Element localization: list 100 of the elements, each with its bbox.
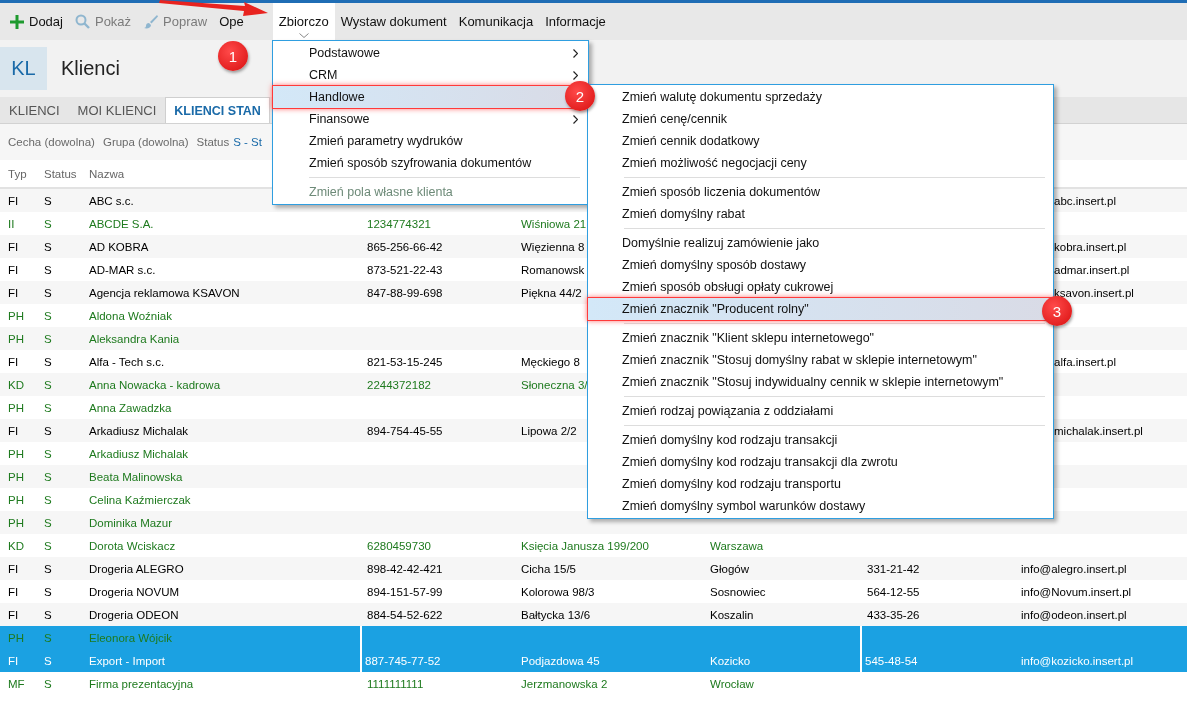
table-cell: Export - Import xyxy=(89,654,166,667)
table-cell: info@odeon.insert.pl xyxy=(1021,608,1127,621)
table-cell: S xyxy=(44,493,52,506)
table-cell: Kolorowa 98/3 xyxy=(521,585,595,598)
table-cell: KD xyxy=(8,378,24,391)
table-cell: abc.insert.pl xyxy=(1054,194,1116,207)
table-cell: FI xyxy=(8,263,19,276)
table-cell: S xyxy=(44,424,52,437)
table-cell: Słoneczna 3/ xyxy=(521,378,588,391)
table-cell: Celina Kaźmierczak xyxy=(89,493,191,506)
table-cell: S xyxy=(44,263,52,276)
table-cell: info@Novum.insert.pl xyxy=(1021,585,1132,598)
table-cell: S xyxy=(44,470,52,483)
table-cell: Drogeria ODEON xyxy=(89,608,179,621)
table-cell: S xyxy=(44,355,52,368)
table-cell: michalak.insert.pl xyxy=(1054,424,1143,437)
table-cell: 433-35-26 xyxy=(867,608,920,621)
table-cell: kobra.insert.pl xyxy=(1054,240,1127,253)
table-cell: 847-88-99-698 xyxy=(367,286,443,299)
table-cell: Wiśniowa 21 xyxy=(521,217,587,230)
table-cell: PH xyxy=(8,631,24,644)
table-cell: S xyxy=(44,194,52,207)
table-cell: S xyxy=(44,332,52,345)
table-cell: FI xyxy=(8,562,19,575)
table-cell: info@kozicko.insert.pl xyxy=(1021,654,1134,667)
table-cell: Arkadiusz Michalak xyxy=(89,424,189,437)
table-cell: S xyxy=(44,286,52,299)
table-cell: MF xyxy=(8,677,25,690)
table-cell: 821-53-15-245 xyxy=(367,355,443,368)
table-cell: admar.insert.pl xyxy=(1054,263,1130,276)
table-cell: Bałtycka 13/6 xyxy=(521,608,591,621)
table-cell: FI xyxy=(8,240,19,253)
filter-label: Status xyxy=(196,136,230,148)
table-cell: PH xyxy=(8,309,24,322)
table-cell: Agencja reklamowa KSAVON xyxy=(89,286,240,299)
table-cell: Anna Nowacka - kadrowa xyxy=(89,378,221,391)
table-cell: FI xyxy=(8,194,19,207)
table-cell: Wrocław xyxy=(710,677,754,690)
table-cell: Męckiego 8 xyxy=(521,355,580,368)
table-cell: PH xyxy=(8,401,24,414)
table-cell: Kozicko xyxy=(710,654,751,667)
table-cell: Lipowa 2/2 xyxy=(521,424,577,437)
table-cell: Piękna 44/2 xyxy=(521,286,582,299)
page-title: Klienci xyxy=(61,57,120,80)
table-cell: Aleksandra Kania xyxy=(89,332,180,345)
table-cell: 894-754-45-55 xyxy=(367,424,443,437)
table-cell: Anna Zawadzka xyxy=(89,401,172,414)
table-cell: PH xyxy=(8,493,24,506)
table-cell: PH xyxy=(8,447,24,460)
table-cell: Drogeria ALEGRO xyxy=(89,562,184,575)
table-cell: ksavon.insert.pl xyxy=(1054,286,1134,299)
table-cell: S xyxy=(44,516,52,529)
table-cell: 6280459730 xyxy=(367,539,431,552)
table-cell: Eleonora Wójcik xyxy=(89,631,173,644)
table-cell: Głogów xyxy=(710,562,749,575)
table-cell: Jerzmanowska 2 xyxy=(521,677,608,690)
table-cell: 1111111111 xyxy=(367,677,424,690)
table-cell: II xyxy=(8,217,15,230)
table-cell: 331-21-42 xyxy=(867,562,920,575)
table-cell: 1234774321 xyxy=(367,217,431,230)
table-cell: 564-12-55 xyxy=(867,585,920,598)
table-cell: FI xyxy=(8,585,19,598)
table-cell: Aldona Woźniak xyxy=(89,309,172,322)
table-cell: Arkadiusz Michalak xyxy=(89,447,189,460)
table-cell: PH xyxy=(8,516,24,529)
table-cell: info@alegro.insert.pl xyxy=(1021,562,1127,575)
table-cell: Alfa - Tech s.c. xyxy=(89,355,165,368)
table-cell: S xyxy=(44,378,52,391)
table-cell: 894-151-57-99 xyxy=(367,585,443,598)
table-cell: S xyxy=(44,309,52,322)
table-cell: S xyxy=(44,240,52,253)
table-cell: S xyxy=(44,539,52,552)
table-cell: Podjazdowa 45 xyxy=(521,654,600,667)
table-cell: Cicha 15/5 xyxy=(521,562,576,575)
table-cell: S xyxy=(44,631,52,644)
table-cell: S xyxy=(44,585,52,598)
table-cell: 865-256-66-42 xyxy=(367,240,443,253)
table-cell: PH xyxy=(8,470,24,483)
module-badge: KL xyxy=(0,47,47,90)
table-cell: 545-48-54 xyxy=(865,654,918,667)
table-cell: Księcia Janusza 199/200 xyxy=(521,539,649,552)
table-cell: 887-745-77-52 xyxy=(365,654,441,667)
table-cell: AD KOBRA xyxy=(89,240,149,253)
table-cell: FI xyxy=(8,424,19,437)
table-cell: FI xyxy=(8,355,19,368)
table-cell: FI xyxy=(8,286,19,299)
table-cell: S xyxy=(44,562,52,575)
table-cell: FI xyxy=(8,608,19,621)
table-cell: PH xyxy=(8,332,24,345)
table-cell: 884-54-52-622 xyxy=(367,608,443,621)
table-cell: Sosnowiec xyxy=(710,585,766,598)
table-cell: S xyxy=(44,447,52,460)
table-cell: S xyxy=(44,217,52,230)
table-cell: Dorota Wciskacz xyxy=(89,539,176,552)
table-cell: AD-MAR s.c. xyxy=(89,263,156,276)
table-cell: S xyxy=(44,654,52,667)
table-cell: 873-521-22-43 xyxy=(367,263,443,276)
table-cell: Romanowsk xyxy=(521,263,585,276)
table-cell: Warszawa xyxy=(710,539,764,552)
table-cell: S xyxy=(44,677,52,690)
